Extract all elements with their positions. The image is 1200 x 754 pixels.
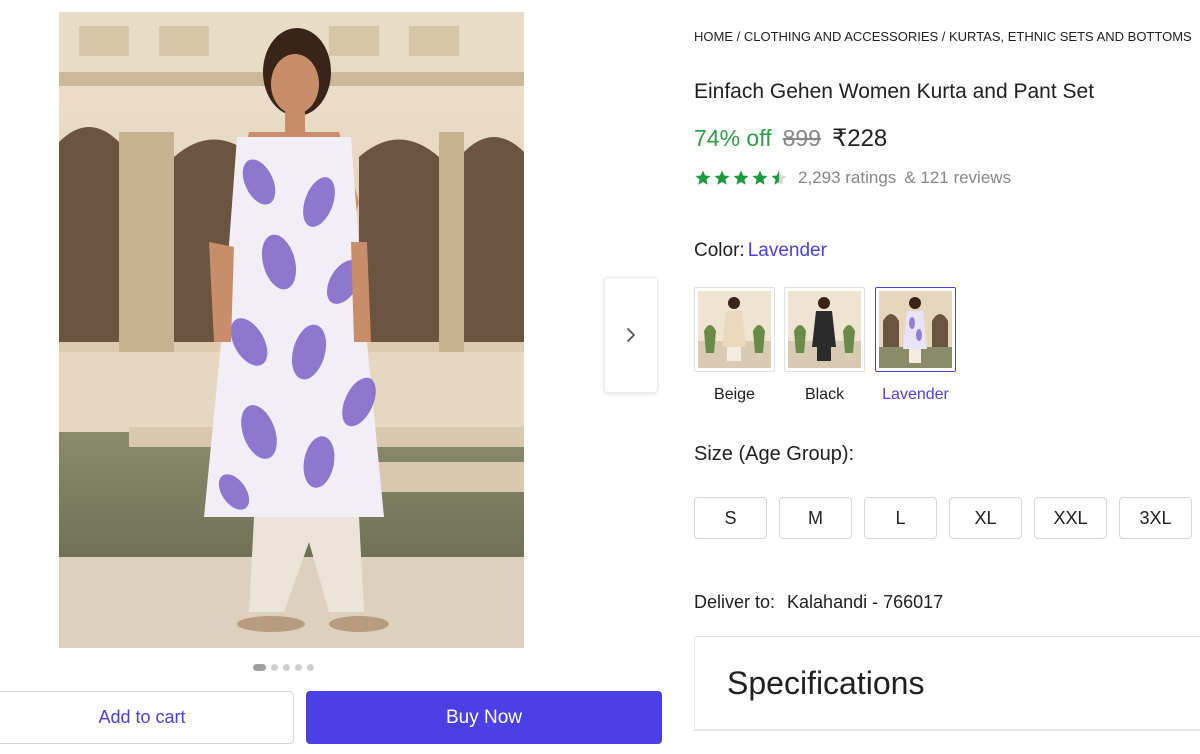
carousel-dot[interactable] — [283, 663, 290, 671]
deliver-location-value: Kalahandi - 766017 — [787, 592, 944, 612]
color-swatch-beige[interactable] — [694, 287, 775, 372]
mrp-price: 899 — [782, 125, 821, 151]
price-row: 74% off 899 ₹228 — [694, 124, 887, 153]
buy-now-button[interactable]: Buy Now — [306, 691, 662, 744]
rating-row[interactable]: 2,293 ratings & 121 reviews — [694, 168, 1011, 188]
next-image-button[interactable] — [604, 277, 658, 393]
star-icon — [714, 170, 730, 185]
carousel-dot[interactable] — [295, 663, 302, 671]
product-title: Einfach Gehen Women Kurta and Pant Set — [694, 80, 1095, 103]
carousel-dots — [253, 663, 314, 671]
delivery-location[interactable]: Deliver to: Kalahandi - 766017 — [694, 592, 943, 613]
carousel-dot[interactable] — [271, 663, 278, 671]
size-option-3xl[interactable]: 3XL — [1119, 497, 1192, 539]
ratings-count: 2,293 ratings — [798, 168, 897, 187]
reviews-count: & 121 reviews — [904, 168, 1012, 187]
divider — [694, 730, 1200, 731]
specifications-title: Specifications — [727, 665, 925, 701]
star-icon — [733, 170, 749, 185]
color-selector-heading: Color: Lavender — [694, 240, 827, 262]
selected-color: Lavender — [747, 240, 827, 261]
deliver-to-label: Deliver to: — [694, 592, 776, 612]
swatch-label-lavender: Lavender — [882, 386, 949, 403]
size-option-xl[interactable]: XL — [949, 497, 1022, 539]
color-label: Color: — [694, 240, 745, 261]
specifications-card[interactable]: Specifications — [694, 636, 1200, 730]
star-icon — [695, 170, 711, 185]
star-icon — [752, 170, 768, 185]
breadcrumb[interactable]: HOME / CLOTHING AND ACCESSORIES / KURTAS… — [694, 29, 1192, 44]
carousel-dot[interactable] — [253, 663, 266, 671]
color-swatch-lavender[interactable] — [875, 287, 956, 372]
chevron-right-icon — [627, 328, 635, 342]
color-swatch-black[interactable] — [784, 287, 865, 372]
swatch-thumbnail — [879, 291, 952, 368]
swatch-label-black: Black — [804, 386, 845, 403]
star-half-icon — [771, 170, 787, 185]
swatch-label-beige: Beige — [714, 386, 755, 403]
star-rating — [694, 169, 788, 187]
size-option-m[interactable]: M — [779, 497, 852, 539]
selling-price: ₹228 — [831, 125, 888, 152]
swatch-thumbnail — [788, 291, 861, 368]
size-option-s[interactable]: S — [694, 497, 767, 539]
add-to-cart-button[interactable]: Add to cart — [0, 691, 294, 744]
discount-percent: 74% off — [694, 125, 772, 151]
size-option-l[interactable]: L — [864, 497, 937, 539]
product-photo-illustration — [59, 12, 524, 648]
size-heading: Size (Age Group): — [694, 443, 855, 465]
product-image[interactable] — [59, 12, 524, 648]
carousel-dot[interactable] — [307, 663, 314, 671]
swatch-thumbnail — [698, 291, 771, 368]
size-option-xxl[interactable]: XXL — [1034, 497, 1107, 539]
